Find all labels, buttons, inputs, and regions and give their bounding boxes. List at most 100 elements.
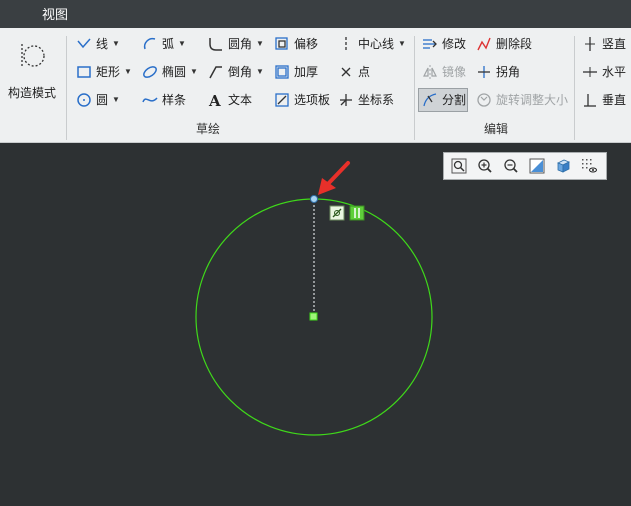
line-label: 线 xyxy=(96,37,109,51)
chevron-down-icon[interactable]: ▼ xyxy=(256,60,264,84)
svg-text:A: A xyxy=(208,92,221,108)
perpendicular-button[interactable]: 垂直 xyxy=(582,88,626,112)
coordinate-system-label: 坐标系 xyxy=(358,93,395,107)
spline-label: 样条 xyxy=(162,93,187,107)
thicken-button[interactable]: 加厚 xyxy=(274,60,318,84)
chevron-down-icon[interactable]: ▼ xyxy=(398,32,406,56)
thicken-label: 加厚 xyxy=(294,65,319,79)
spline-button[interactable]: 样条 xyxy=(142,88,186,112)
refit-icon xyxy=(451,158,467,174)
rotate-resize-label: 旋转调整大小 xyxy=(496,93,569,107)
modify-button[interactable]: 修改 xyxy=(422,32,466,56)
sketch-display-filter-button[interactable] xyxy=(578,155,600,177)
delete-segment-label: 删除段 xyxy=(496,37,533,51)
offset-label: 偏移 xyxy=(294,37,319,51)
refit-button[interactable] xyxy=(448,155,470,177)
view-toolbar xyxy=(443,152,607,180)
centerline-button[interactable]: 中心线 ▼ xyxy=(338,32,406,56)
sketch-group-label: 草绘 xyxy=(196,122,221,136)
circle-center-point[interactable] xyxy=(309,312,318,321)
vertical-button[interactable]: 竖直 xyxy=(582,32,626,56)
circle-top-point[interactable] xyxy=(310,195,318,203)
circle-icon xyxy=(77,93,91,107)
horizontal-button[interactable]: 水平 xyxy=(582,60,626,84)
separator xyxy=(66,36,67,140)
vertical-label: 竖直 xyxy=(602,37,627,51)
fillet-button[interactable]: 圆角 ▼ xyxy=(208,32,264,56)
circle-button[interactable]: 圆 ▼ xyxy=(76,88,120,112)
coordinate-system-button[interactable]: 坐标系 xyxy=(338,88,394,112)
mirror-label: 镜像 xyxy=(442,65,467,79)
ribbon: 构造模式 线 ▼ 矩形 ▼ 圆 ▼ 弧 ▼ 椭圆 ▼ 样条 圆角 ▼ 倒角 ▼ A 文本 xyxy=(0,28,631,143)
zoom-out-icon xyxy=(504,159,518,173)
arc-label: 弧 xyxy=(162,37,175,51)
corner-label: 拐角 xyxy=(496,65,521,79)
corner-button[interactable]: 拐角 xyxy=(476,60,520,84)
chevron-down-icon[interactable]: ▼ xyxy=(190,60,198,84)
chevron-down-icon[interactable]: ▼ xyxy=(256,32,264,56)
repaint-button[interactable] xyxy=(526,155,548,177)
ellipse-icon xyxy=(143,66,157,78)
perpendicular-icon xyxy=(584,94,596,107)
rotate-resize-button[interactable]: 旋转调整大小 xyxy=(476,88,568,112)
spline-icon xyxy=(142,97,158,103)
fillet-label: 圆角 xyxy=(228,37,253,51)
point-icon xyxy=(341,67,351,77)
chevron-down-icon[interactable]: ▼ xyxy=(112,88,120,112)
chamfer-button[interactable]: 倒角 ▼ xyxy=(208,60,264,84)
point-button[interactable]: 点 xyxy=(338,60,370,84)
circle-label: 圆 xyxy=(96,93,109,107)
tab-view[interactable]: 视图 xyxy=(30,0,80,28)
chamfer-icon xyxy=(209,66,222,79)
sketch-canvas[interactable] xyxy=(0,143,631,506)
horizontal-label: 水平 xyxy=(602,65,627,79)
constraint-badge-tangent[interactable] xyxy=(329,205,345,221)
text-button[interactable]: A 文本 xyxy=(208,88,252,112)
display-style-button[interactable] xyxy=(552,155,574,177)
ellipse-label: 椭圆 xyxy=(162,65,187,79)
construct-mode-label: 构造模式 xyxy=(7,86,56,100)
mirror-icon xyxy=(423,65,437,79)
zoom-in-button[interactable] xyxy=(474,155,496,177)
chevron-down-icon[interactable]: ▼ xyxy=(124,60,132,84)
red-arrow-annotation xyxy=(318,161,350,195)
cube-icon xyxy=(557,159,570,173)
divide-button[interactable]: 分割 xyxy=(418,88,468,112)
mirror-button[interactable]: 镜像 xyxy=(422,60,466,84)
separator xyxy=(414,36,415,140)
chevron-down-icon[interactable]: ▼ xyxy=(178,32,186,56)
delete-segment-icon xyxy=(477,37,491,51)
separator xyxy=(574,36,575,140)
horizontal-icon xyxy=(583,67,597,77)
chevron-down-icon[interactable]: ▼ xyxy=(112,32,120,56)
offset-button[interactable]: 偏移 xyxy=(274,32,318,56)
construct-mode-button[interactable]: 构造模式 xyxy=(4,34,60,104)
zoom-out-button[interactable] xyxy=(500,155,522,177)
centerline-label: 中心线 xyxy=(358,37,395,51)
rectangle-label: 矩形 xyxy=(96,65,121,79)
constraint-badge-vertical[interactable] xyxy=(349,205,365,221)
corner-icon xyxy=(478,66,490,78)
line-button[interactable]: 线 ▼ xyxy=(76,32,120,56)
arc-icon xyxy=(143,37,156,50)
delete-segment-button[interactable]: 删除段 xyxy=(476,32,532,56)
point-label: 点 xyxy=(358,65,371,79)
zoom-in-icon xyxy=(478,159,492,173)
offset-icon xyxy=(275,37,288,50)
rectangle-button[interactable]: 矩形 ▼ xyxy=(76,60,132,84)
arc-button[interactable]: 弧 ▼ xyxy=(142,32,186,56)
divide-icon xyxy=(423,93,437,107)
thicken-icon xyxy=(275,65,289,79)
modify-icon xyxy=(423,39,437,49)
repaint-icon xyxy=(529,158,545,174)
text-label: 文本 xyxy=(228,93,253,107)
centerline-icon xyxy=(345,37,347,51)
perpendicular-label: 垂直 xyxy=(602,93,627,107)
construct-mode-icon xyxy=(21,44,45,68)
palette-button[interactable]: 选项板 xyxy=(274,88,330,112)
rotate-resize-icon xyxy=(477,93,491,107)
ellipse-button[interactable]: 椭圆 ▼ xyxy=(142,60,198,84)
display-filter-icon xyxy=(582,159,597,173)
vertical-icon xyxy=(585,37,595,51)
menubar: 视图 xyxy=(0,0,631,28)
